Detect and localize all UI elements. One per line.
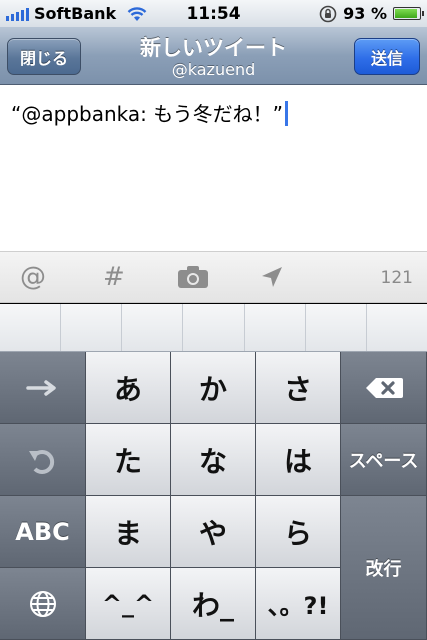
tweet-text-line[interactable]: “@appbanka: もう冬だね！” [11, 98, 288, 127]
hashtag-button[interactable]: # [103, 262, 125, 292]
mention-button[interactable]: @ [20, 262, 46, 292]
tweet-text: “@appbanka: もう冬だね！” [11, 102, 283, 126]
candidate-cell[interactable] [61, 304, 123, 351]
page-title: 新しいツイート [140, 36, 287, 60]
globe-key[interactable] [0, 568, 86, 640]
kana-key-ha[interactable]: は [256, 424, 341, 496]
kana-key-wa[interactable]: わ_ [171, 568, 256, 640]
candidate-cell[interactable] [306, 304, 367, 351]
location-button[interactable] [260, 265, 284, 296]
navigation-bar: 閉じる 新しいツイート @kazuend 送信 [0, 27, 427, 85]
status-right: 93 % [319, 4, 424, 23]
candidate-cell[interactable] [183, 304, 245, 351]
globe-icon [29, 590, 56, 617]
location-arrow-icon [262, 267, 282, 287]
space-key[interactable]: スペース [341, 424, 427, 496]
text-cursor [284, 101, 288, 126]
tweet-compose-area[interactable]: “@appbanka: もう冬だね！” [0, 85, 427, 251]
candidate-cell[interactable] [122, 304, 184, 351]
kana-key-sa[interactable]: さ [256, 352, 341, 424]
emoticon-key[interactable]: ^_^ [86, 568, 171, 640]
candidate-cell[interactable] [245, 304, 306, 351]
close-button[interactable]: 閉じる [7, 38, 81, 75]
kana-key-ra[interactable]: ら [256, 496, 341, 568]
undo-key[interactable] [0, 424, 86, 496]
kana-key-ka[interactable]: か [171, 352, 256, 424]
arrow-right-key[interactable] [0, 352, 86, 424]
abc-key[interactable]: ABC [0, 496, 86, 568]
battery-icon [393, 7, 424, 20]
delete-key[interactable] [341, 352, 427, 424]
backspace-icon [365, 377, 403, 398]
rotation-lock-icon [319, 5, 337, 22]
candidate-bar [0, 304, 427, 352]
undo-icon [28, 449, 54, 474]
battery-percent: 93 % [343, 4, 387, 23]
send-button[interactable]: 送信 [354, 38, 420, 75]
kana-key-ta[interactable]: た [86, 424, 171, 496]
account-name: @kazuend [171, 60, 256, 79]
kana-key-a[interactable]: あ [86, 352, 171, 424]
candidate-cell[interactable] [0, 304, 62, 351]
arrow-right-icon [25, 379, 56, 396]
candidate-cell[interactable] [367, 304, 427, 351]
camera-button[interactable] [177, 265, 209, 296]
battery-fill [395, 9, 418, 18]
kana-key-ya[interactable]: や [171, 496, 256, 568]
status-bar: SoftBank 11:54 93 % [0, 0, 427, 27]
character-count: 121 [380, 268, 413, 288]
kana-key-na[interactable]: な [171, 424, 256, 496]
compose-toolbar: @ # 121 [0, 251, 427, 303]
return-key[interactable]: 改行 [341, 496, 427, 640]
camera-icon [178, 266, 208, 288]
japanese-keyboard: あ か さ た な は スペース ABC ま や ら 改行 ^_^ わ_ 、。?… [0, 352, 427, 640]
punctuation-key[interactable]: 、。?! [256, 568, 341, 640]
kana-key-ma[interactable]: ま [86, 496, 171, 568]
